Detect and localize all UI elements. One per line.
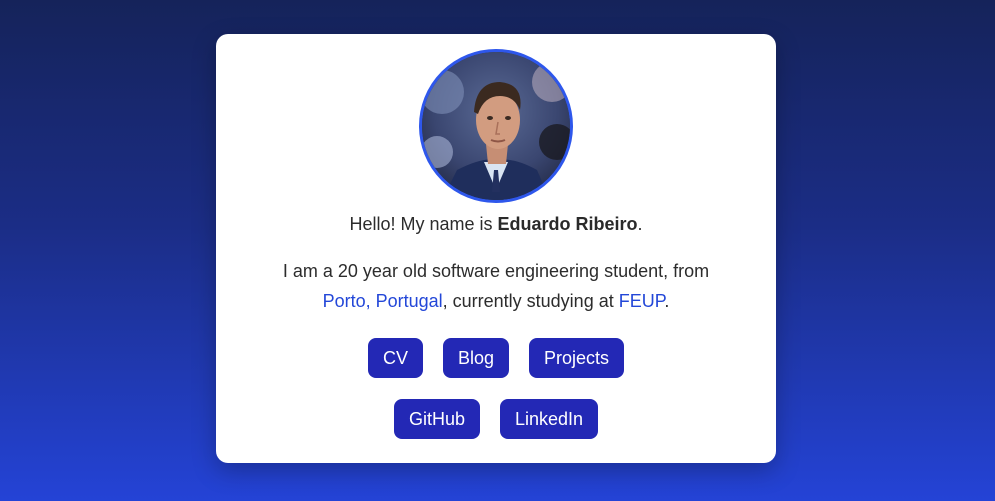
github-button[interactable]: GitHub: [393, 399, 480, 439]
bio-suffix: .: [664, 291, 670, 311]
bio-prefix: I am a 20 year old software engineering …: [282, 261, 710, 281]
avatar-photo: [422, 52, 570, 200]
cv-button[interactable]: CV: [367, 338, 423, 378]
projects-button[interactable]: Projects: [529, 338, 625, 378]
blog-button[interactable]: Blog: [442, 338, 509, 378]
bio-middle: , currently studying at: [442, 291, 619, 311]
greeting-prefix: Hello! My name is: [349, 214, 498, 234]
greeting-text: Hello! My name is Eduardo Ribeiro.: [216, 212, 776, 236]
avatar: [419, 49, 573, 203]
linkedin-button[interactable]: LinkedIn: [499, 399, 599, 439]
button-row-social: GitHub LinkedIn: [216, 399, 776, 439]
button-row-primary: CV Blog Projects: [216, 338, 776, 378]
profile-name: Eduardo Ribeiro: [497, 214, 638, 234]
location-link[interactable]: Porto, Portugal: [323, 291, 443, 311]
school-link[interactable]: FEUP: [619, 291, 665, 311]
profile-card: Hello! My name is Eduardo Ribeiro. I am …: [216, 34, 776, 463]
greeting-suffix: .: [637, 214, 643, 234]
bio-text: I am a 20 year old software engineering …: [246, 256, 746, 316]
